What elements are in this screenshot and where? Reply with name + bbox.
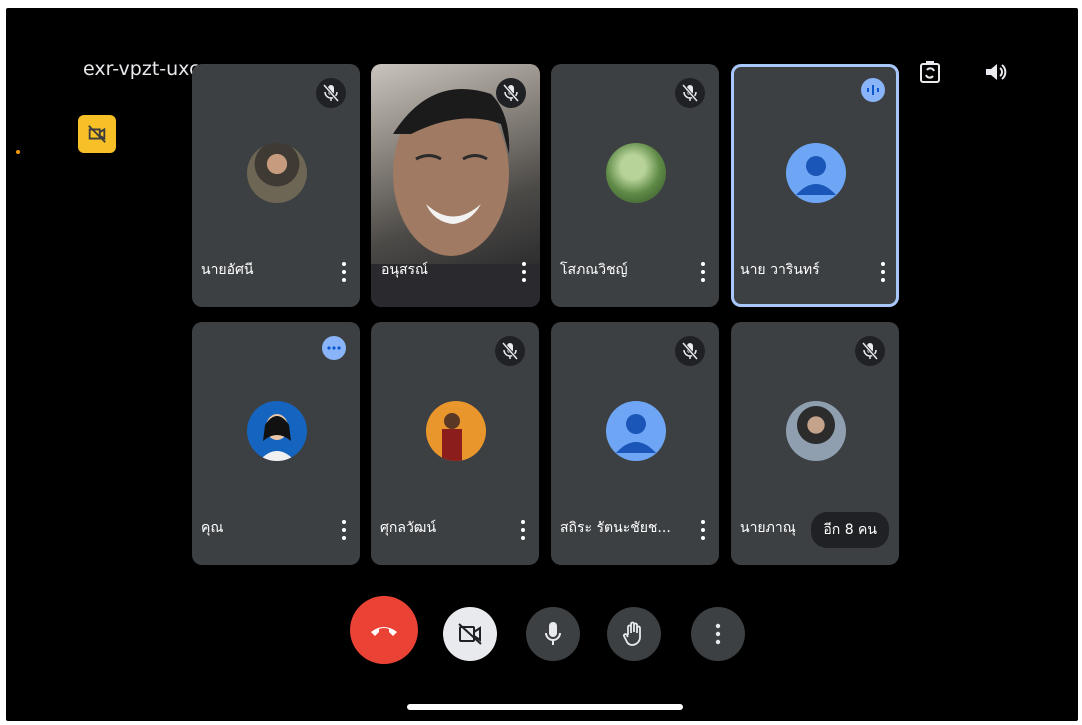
- speaker-icon[interactable]: [982, 58, 1010, 86]
- participant-tile[interactable]: นายอัศนี: [192, 64, 360, 307]
- home-indicator[interactable]: [407, 704, 683, 710]
- avatar: [247, 401, 307, 461]
- participant-tile[interactable]: โสภณวิชญ์: [551, 64, 719, 307]
- avatar: [606, 143, 666, 203]
- more-options-button[interactable]: [691, 607, 745, 661]
- microphone-icon: [545, 622, 561, 645]
- participant-name: สถิระ รัตนะชัยช...: [560, 520, 671, 536]
- mic-off-icon: [316, 78, 346, 108]
- default-person-icon: [606, 401, 666, 461]
- raise-hand-button[interactable]: [607, 607, 661, 661]
- participant-name: อนุสรณ์: [381, 262, 429, 278]
- more-vert-icon[interactable]: [515, 515, 531, 545]
- participant-name: คุณ: [201, 520, 224, 536]
- participant-tile[interactable]: คุณ: [192, 322, 360, 565]
- participant-tile[interactable]: นายภาณุ อีก 8 คน: [731, 322, 899, 565]
- more-vert-icon[interactable]: [695, 257, 711, 287]
- mic-off-icon: [855, 336, 885, 366]
- participant-tile[interactable]: สถิระ รัตนะชัยช...: [551, 322, 719, 565]
- avatar: [786, 401, 846, 461]
- avatar: [426, 401, 486, 461]
- camera-off-icon[interactable]: [78, 115, 116, 153]
- recording-dot: [16, 150, 20, 154]
- hand-icon: [623, 621, 641, 646]
- more-vert-icon: [715, 623, 721, 645]
- meeting-code-text: exr-vpzt-uxc: [83, 58, 200, 80]
- meet-screen: exr-vpzt-uxc ▸ นายอัศนี อนุสรณ์: [6, 8, 1078, 721]
- avatar: [247, 143, 307, 203]
- more-vert-icon[interactable]: [695, 515, 711, 545]
- mic-off-icon: [496, 78, 526, 108]
- participant-name: นาย วารินทร์: [740, 262, 820, 278]
- participant-name: นายอัศนี: [201, 262, 254, 278]
- participant-tile[interactable]: ศุกลวัฒน์: [371, 322, 539, 565]
- default-person-icon: [786, 143, 846, 203]
- participant-name: ศุกลวัฒน์: [380, 520, 437, 536]
- mic-off-icon: [675, 336, 705, 366]
- speaking-indicator-icon: [861, 78, 885, 102]
- mic-off-icon: [495, 336, 525, 366]
- participant-video-tile[interactable]: อนุสรณ์: [371, 64, 540, 307]
- more-vert-icon[interactable]: [875, 257, 891, 287]
- switch-camera-icon[interactable]: [916, 58, 944, 86]
- camera-toggle-button[interactable]: [443, 607, 497, 661]
- video-off-icon: [458, 623, 482, 645]
- phone-hangup-icon: [371, 627, 397, 636]
- more-vert-icon[interactable]: [516, 257, 532, 287]
- participant-name: นายภาณุ: [740, 520, 796, 536]
- mic-off-icon: [675, 78, 705, 108]
- more-horiz-icon: [322, 336, 346, 360]
- participant-name: โสภณวิชญ์: [560, 262, 628, 278]
- more-vert-icon[interactable]: [336, 257, 352, 287]
- microphone-button[interactable]: [526, 607, 580, 661]
- more-vert-icon[interactable]: [336, 515, 352, 545]
- end-call-button[interactable]: [350, 596, 418, 664]
- participant-tile-active[interactable]: นาย วารินทร์: [731, 64, 899, 307]
- more-participants-chip[interactable]: อีก 8 คน: [811, 512, 889, 548]
